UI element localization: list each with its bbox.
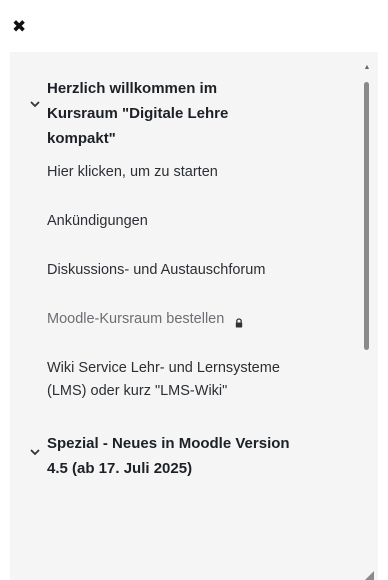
course-index-drawer: Herzlich willkommen im Kursraum "Digital… (10, 52, 378, 580)
chevron-down-icon[interactable] (22, 431, 47, 456)
activity-label[interactable]: Moodle-Kursraum bestellen (47, 311, 224, 327)
section-toggle-welcome[interactable]: Herzlich willkommen im Kursraum "Digital… (10, 76, 378, 151)
activity-label[interactable]: Ankündigungen (47, 213, 148, 229)
activity-link-announcements[interactable]: Ankündigungen (10, 210, 378, 232)
course-section-moodle-45: Spezial - Neues in Moodle Version 4.5 (a… (10, 431, 378, 481)
section-title[interactable]: Spezial - Neues in Moodle Version 4.5 (a… (47, 431, 307, 481)
activity-link-order-course-room[interactable]: Moodle-Kursraum bestellen (10, 308, 378, 330)
activity-label[interactable]: Hier klicken, um zu starten (47, 164, 218, 180)
section-activity-list: Hier klicken, um zu starten Ankündigunge… (10, 161, 378, 403)
chevron-down-icon[interactable] (22, 76, 47, 108)
activity-label[interactable]: Wiki Service Lehr- und Lernsysteme (LMS)… (47, 360, 280, 399)
close-icon: ✖ (12, 17, 27, 36)
course-index: Herzlich willkommen im Kursraum "Digital… (10, 52, 378, 580)
lock-icon (234, 313, 244, 328)
course-section-welcome: Herzlich willkommen im Kursraum "Digital… (10, 76, 378, 403)
scrollbar-thumb[interactable] (364, 82, 369, 350)
section-toggle-moodle-45[interactable]: Spezial - Neues in Moodle Version 4.5 (a… (10, 431, 378, 481)
activity-label[interactable]: Diskussions- und Austauschforum (47, 262, 265, 278)
resize-grip-icon[interactable] (365, 567, 374, 580)
section-title[interactable]: Herzlich willkommen im Kursraum "Digital… (47, 76, 287, 151)
activity-link-start[interactable]: Hier klicken, um zu starten (10, 161, 378, 183)
scroll-up-arrow-icon[interactable]: ▲ (363, 64, 371, 72)
activity-link-lms-wiki[interactable]: Wiki Service Lehr- und Lernsysteme (LMS)… (10, 357, 310, 403)
vertical-scrollbar[interactable]: ▲ (362, 54, 372, 580)
close-drawer-button[interactable]: ✖ (12, 10, 52, 44)
activity-link-discussion-forum[interactable]: Diskussions- und Austauschforum (10, 259, 378, 281)
